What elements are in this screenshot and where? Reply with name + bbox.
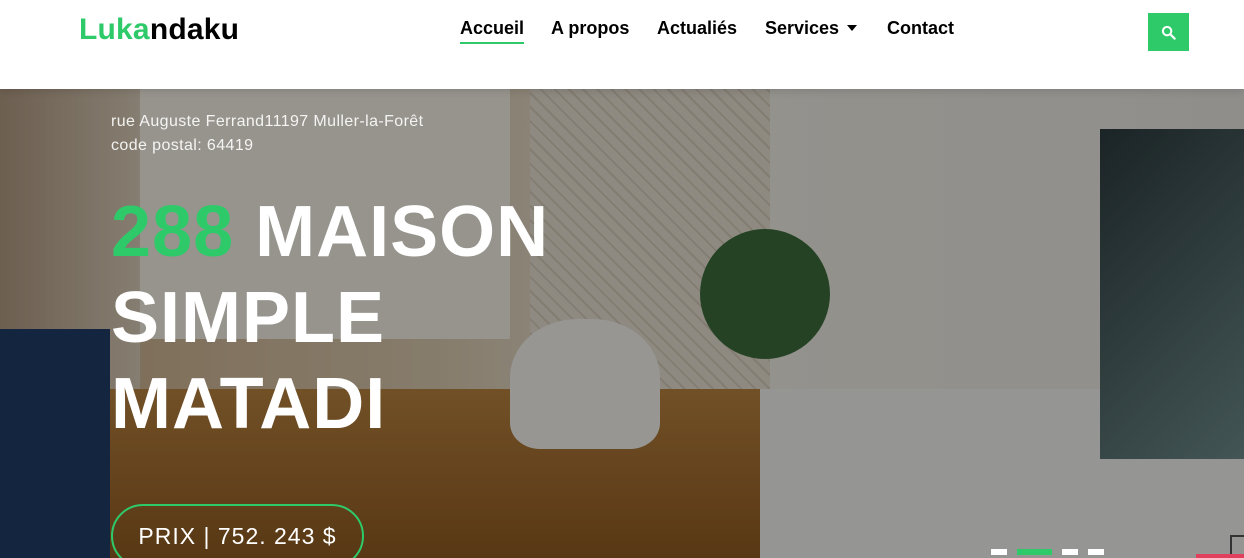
- price-button[interactable]: PRIX | 752. 243 $: [111, 504, 364, 558]
- address-line: rue Auguste Ferrand11197 Muller-la-Forêt: [111, 113, 424, 130]
- chevron-down-icon: [847, 25, 858, 31]
- nav-item-services[interactable]: Services: [765, 17, 858, 39]
- navbar: Lukandaku Accueil A propos Actualiés Ser…: [0, 0, 1244, 89]
- carousel-dot-2[interactable]: [1017, 549, 1052, 555]
- brand-rest: ndaku: [149, 13, 240, 46]
- hero-slider: rue Auguste Ferrand11197 Muller-la-Forêt…: [0, 89, 1244, 558]
- nav-item-actualites[interactable]: Actualiés: [657, 17, 737, 39]
- nav-item-contact[interactable]: Contact: [887, 17, 954, 39]
- search-button[interactable]: [1148, 13, 1189, 51]
- search-icon: [1161, 25, 1176, 40]
- carousel-dot-1[interactable]: [991, 549, 1007, 555]
- carousel-dot-4[interactable]: [1088, 549, 1104, 555]
- property-address: rue Auguste Ferrand11197 Muller-la-Forêt…: [111, 110, 423, 158]
- property-title: 288 MAISON SIMPLE MATADI: [111, 189, 631, 447]
- corner-red-bar: [1196, 554, 1244, 558]
- nav-item-services-label: Services: [765, 18, 840, 38]
- brand-logo[interactable]: Lukandaku: [79, 13, 239, 47]
- nav-item-accueil[interactable]: Accueil: [460, 17, 525, 44]
- nav-item-a-propos[interactable]: A propos: [551, 17, 629, 39]
- brand-accent: Luka: [79, 13, 150, 46]
- property-number: 288: [111, 192, 235, 272]
- postal-code: code postal: 64419: [111, 137, 254, 154]
- carousel-dot-3[interactable]: [1062, 549, 1078, 555]
